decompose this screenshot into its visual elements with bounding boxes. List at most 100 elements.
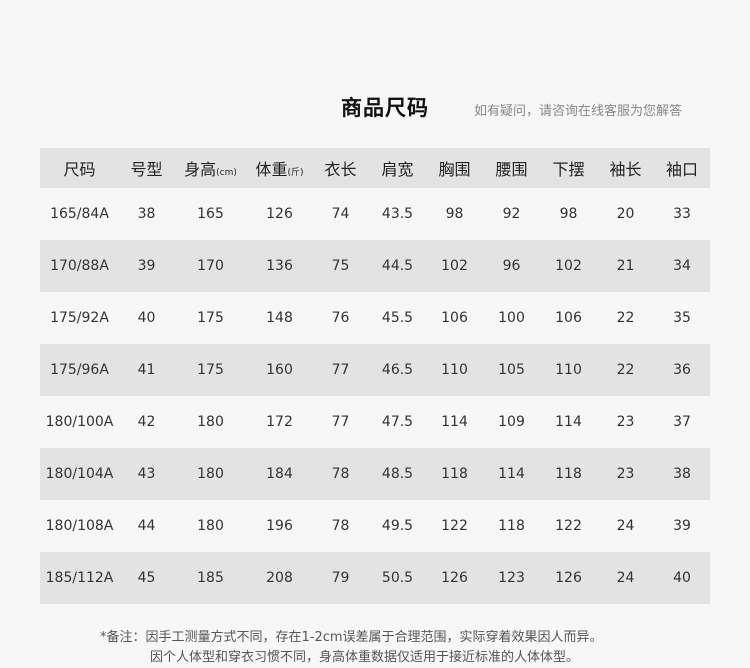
page-subtitle: 如有疑问，请咨询在线客服为您解答 (474, 104, 683, 119)
table-cell: 118 (540, 448, 597, 500)
table-cell: 185 (174, 552, 247, 604)
table-cell: 122 (540, 500, 597, 552)
table-cell: 98 (540, 188, 597, 240)
table-cell: 22 (597, 344, 654, 396)
column-header: 肩宽 (369, 148, 426, 188)
table-cell: 77 (312, 344, 369, 396)
table-cell: 180/108A (40, 500, 119, 552)
column-header-label: 下摆 (552, 160, 585, 179)
table-cell: 102 (426, 240, 483, 292)
table-cell: 48.5 (369, 448, 426, 500)
table-cell: 110 (426, 344, 483, 396)
table-row: 170/88A 39 170 136 75 44.5 102 96 102 21 34 (40, 240, 710, 292)
size-table: 尺码 号型 身高(cm) 体重(斤) 衣长 肩宽 胸围 腰围 下摆 袖长 袖口 165/84A 38 1… (40, 148, 710, 604)
table-cell: 180/100A (40, 396, 119, 448)
table-cell: 50.5 (369, 552, 426, 604)
column-header: 袖口 (654, 148, 710, 188)
table-cell: 126 (540, 552, 597, 604)
table-cell: 208 (247, 552, 312, 604)
table-cell: 196 (247, 500, 312, 552)
table-cell: 172 (247, 396, 312, 448)
table-header-row: 尺码 号型 身高(cm) 体重(斤) 衣长 肩宽 胸围 腰围 下摆 袖长 袖口 (40, 148, 710, 188)
table-cell: 123 (483, 552, 540, 604)
table-cell: 40 (119, 292, 174, 344)
table-row: 180/100A 42 180 172 77 47.5 114 109 114 23 37 (40, 396, 710, 448)
table-cell: 43 (119, 448, 174, 500)
column-header-label: 尺码 (63, 160, 96, 179)
header: 商品尺码 如有疑问，请咨询在线客服为您解答 (0, 88, 750, 124)
table-cell: 24 (597, 500, 654, 552)
table-cell: 79 (312, 552, 369, 604)
column-header-label: 肩宽 (381, 160, 414, 179)
table-cell: 175 (174, 344, 247, 396)
table-cell: 105 (483, 344, 540, 396)
table-cell: 36 (654, 344, 710, 396)
table-cell: 126 (426, 552, 483, 604)
table-cell: 175/96A (40, 344, 119, 396)
table-cell: 77 (312, 396, 369, 448)
table-cell: 35 (654, 292, 710, 344)
table-cell: 118 (483, 500, 540, 552)
column-header-unit: (斤) (287, 168, 304, 178)
table-row: 175/96A 41 175 160 77 46.5 110 105 110 22 36 (40, 344, 710, 396)
table-cell: 40 (654, 552, 710, 604)
table-cell: 24 (597, 552, 654, 604)
table-cell: 180 (174, 396, 247, 448)
note-line: 因个人体型和穿衣习惯不同，身高体重数据仅适用于接近标准的人体体型。 (150, 650, 580, 665)
table-cell: 44.5 (369, 240, 426, 292)
table-cell: 34 (654, 240, 710, 292)
table-cell: 165/84A (40, 188, 119, 240)
table-cell: 110 (540, 344, 597, 396)
column-header-label: 身高 (184, 160, 217, 179)
table-cell: 148 (247, 292, 312, 344)
column-header-label: 号型 (130, 160, 163, 179)
table-cell: 39 (119, 240, 174, 292)
table-cell: 49.5 (369, 500, 426, 552)
column-header: 身高(cm) (174, 148, 247, 188)
table-cell: 118 (426, 448, 483, 500)
table-cell: 76 (312, 292, 369, 344)
table-cell: 114 (426, 396, 483, 448)
table-row: 185/112A 45 185 208 79 50.5 126 123 126 24 40 (40, 552, 710, 604)
column-header: 尺码 (40, 148, 119, 188)
table-cell: 165 (174, 188, 247, 240)
table-cell: 180 (174, 448, 247, 500)
table-cell: 175 (174, 292, 247, 344)
column-header: 袖长 (597, 148, 654, 188)
table-cell: 106 (540, 292, 597, 344)
table-cell: 170/88A (40, 240, 119, 292)
table-cell: 114 (540, 396, 597, 448)
table-cell: 160 (247, 344, 312, 396)
table-cell: 136 (247, 240, 312, 292)
table-cell: 37 (654, 396, 710, 448)
column-header: 胸围 (426, 148, 483, 188)
table-cell: 39 (654, 500, 710, 552)
table-cell: 33 (654, 188, 710, 240)
table-row: 180/108A 44 180 196 78 49.5 122 118 122 24 39 (40, 500, 710, 552)
table-cell: 43.5 (369, 188, 426, 240)
column-header-label: 袖口 (665, 160, 698, 179)
table-cell: 100 (483, 292, 540, 344)
table-row: 165/84A 38 165 126 74 43.5 98 92 98 20 33 (40, 188, 710, 240)
column-header-label: 体重 (255, 160, 288, 179)
table-cell: 78 (312, 500, 369, 552)
table-cell: 41 (119, 344, 174, 396)
table-cell: 96 (483, 240, 540, 292)
table-cell: 75 (312, 240, 369, 292)
table-cell: 180/104A (40, 448, 119, 500)
table-row: 180/104A 43 180 184 78 48.5 118 114 118 23 38 (40, 448, 710, 500)
table-cell: 184 (247, 448, 312, 500)
table-cell: 180 (174, 500, 247, 552)
table-cell: 175/92A (40, 292, 119, 344)
table-cell: 114 (483, 448, 540, 500)
column-header-label: 腰围 (495, 160, 528, 179)
table-cell: 20 (597, 188, 654, 240)
column-header: 腰围 (483, 148, 540, 188)
table-cell: 170 (174, 240, 247, 292)
column-header: 体重(斤) (247, 148, 312, 188)
page-title: 商品尺码 (341, 96, 429, 120)
table-cell: 45.5 (369, 292, 426, 344)
table-row: 175/92A 40 175 148 76 45.5 106 100 106 22 35 (40, 292, 710, 344)
table-cell: 102 (540, 240, 597, 292)
table-cell: 98 (426, 188, 483, 240)
